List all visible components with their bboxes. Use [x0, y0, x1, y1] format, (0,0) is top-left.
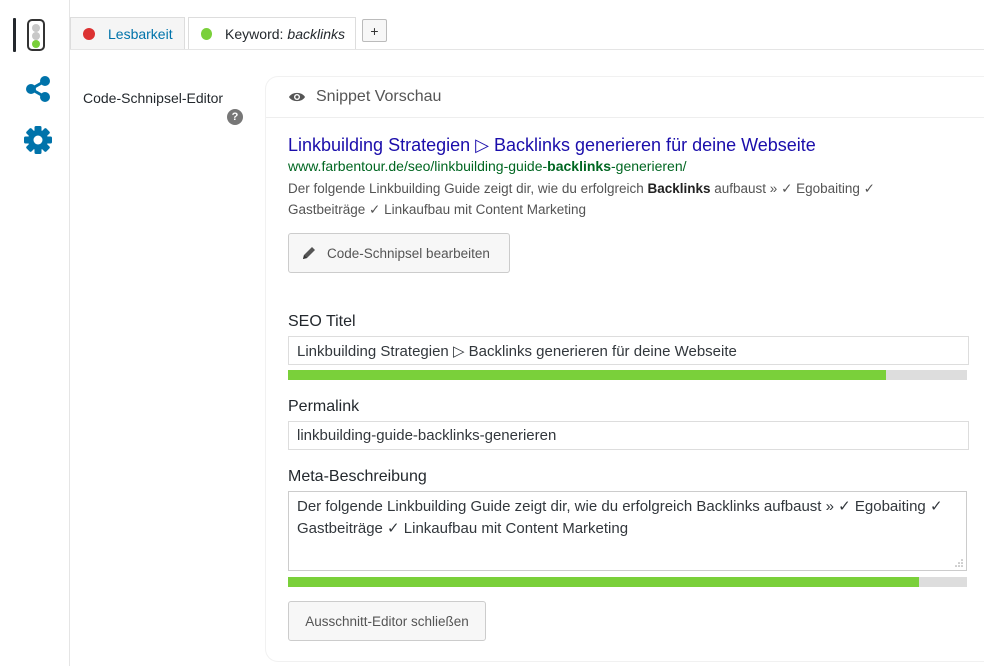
tab-keyword-prefix: Keyword:: [225, 25, 284, 42]
gear-icon[interactable]: [22, 124, 54, 156]
help-icon[interactable]: ?: [227, 109, 243, 125]
add-keyword-button[interactable]: +: [362, 19, 387, 42]
share-icon[interactable]: [22, 73, 54, 105]
serp-url: www.farbentour.de/seo/linkbuilding-guide…: [288, 158, 687, 174]
tab-readability[interactable]: Lesbarkeit: [70, 17, 185, 49]
serp-description: Der folgende Linkbuilding Guide zeigt di…: [288, 181, 875, 217]
seo-title-progress-fill: [288, 370, 886, 380]
edit-snippet-button-label: Code-Schnipsel bearbeiten: [327, 245, 490, 261]
resize-grip-icon[interactable]: [955, 559, 963, 567]
analysis-tabs: Lesbarkeit Keyword: backlinks +: [70, 0, 984, 50]
seo-title-progress: [288, 370, 967, 380]
seo-title-label: SEO Titel: [288, 313, 356, 330]
tab-keyword[interactable]: Keyword: backlinks: [188, 17, 356, 49]
traffic-light-icon[interactable]: [27, 19, 45, 51]
pencil-icon: [303, 247, 315, 259]
tab-keyword-value: backlinks: [287, 25, 345, 42]
snippet-editor-label: Code-Schnipsel-Editor: [83, 90, 224, 106]
serp-title-link[interactable]: Linkbuilding Strategien ▷ Backlinks gene…: [288, 135, 816, 156]
seo-title-input[interactable]: Linkbuilding Strategien ▷ Backlinks gene…: [288, 336, 969, 365]
green-status-icon: [201, 27, 213, 40]
close-snippet-editor-button[interactable]: Ausschnitt-Editor schließen: [288, 601, 486, 641]
active-indicator: [13, 18, 16, 52]
permalink-label: Permalink: [288, 398, 360, 415]
red-status-icon: [83, 27, 95, 40]
snippet-preview-title: Snippet Vorschau: [316, 88, 442, 105]
meta-description-progress-fill: [288, 577, 920, 587]
meta-description-text: Der folgende Linkbuilding Guide zeigt di…: [297, 498, 943, 537]
meta-description-progress: [288, 577, 967, 587]
snippet-preview-header: Snippet Vorschau: [266, 77, 984, 118]
eye-icon: [289, 92, 305, 102]
permalink-input[interactable]: linkbuilding-guide-backlinks-generieren: [288, 421, 969, 450]
icon-rail: [0, 0, 70, 666]
meta-description-label: Meta-Beschreibung: [288, 468, 427, 485]
tab-readability-label: Lesbarkeit: [108, 25, 173, 42]
meta-description-textarea[interactable]: Der folgende Linkbuilding Guide zeigt di…: [288, 491, 967, 571]
edit-snippet-button[interactable]: Code-Schnipsel bearbeiten: [288, 233, 510, 273]
